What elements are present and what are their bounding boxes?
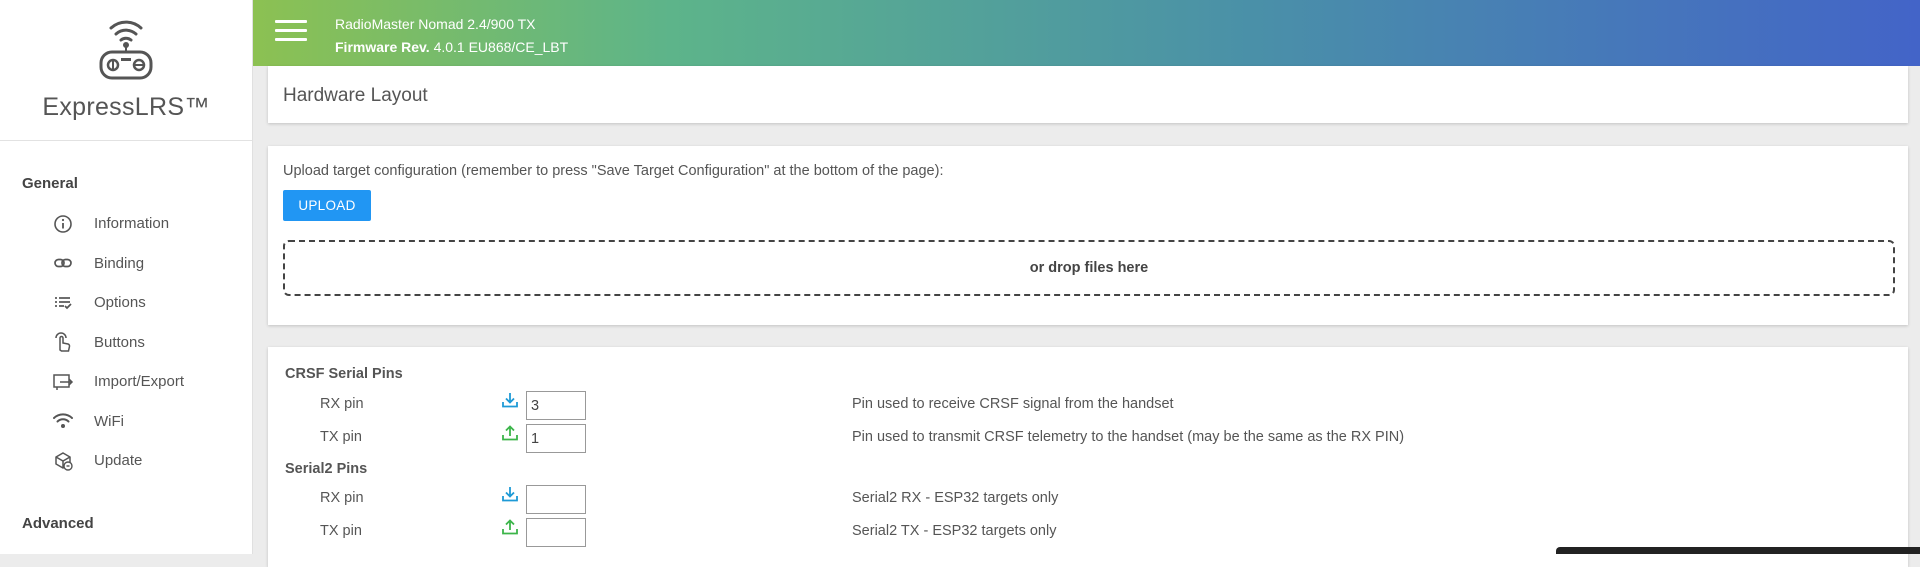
serial2-tx-pin-input[interactable]	[526, 518, 586, 547]
upload-instructions: Upload target configuration (remember to…	[283, 163, 944, 179]
crsf-rx-pin-label: RX pin	[320, 396, 364, 412]
serial2-pins-heading: Serial2 Pins	[285, 461, 368, 477]
device-name: RadioMaster Nomad 2.4/900 TX	[335, 16, 536, 32]
serial2-tx-pin-description: Serial2 TX - ESP32 targets only	[852, 523, 1057, 539]
nav-heading-advanced: Advanced	[22, 515, 94, 532]
sidebar-item-label: Buttons	[94, 333, 145, 351]
page-title: Hardware Layout	[283, 85, 428, 106]
crsf-rx-pin-input[interactable]	[526, 391, 586, 420]
file-dropzone[interactable]: or drop files here	[283, 240, 1895, 296]
device-info: RadioMaster Nomad 2.4/900 TX Firmware Re…	[335, 13, 568, 59]
wifi-icon	[52, 410, 74, 432]
sidebar: ExpressLRS™ General Information Binding …	[0, 0, 253, 554]
sidebar-item-label: WiFi	[94, 412, 124, 430]
sidebar-item-wifi[interactable]: WiFi	[0, 402, 252, 442]
sidebar-item-label: Update	[94, 452, 143, 470]
import-export-icon	[52, 371, 74, 393]
sidebar-item-buttons[interactable]: Buttons	[0, 323, 252, 363]
top-header: RadioMaster Nomad 2.4/900 TX Firmware Re…	[253, 0, 1920, 66]
crsf-tx-pin-description: Pin used to transmit CRSF telemetry to t…	[852, 429, 1405, 445]
firmware-value: 4.0.1 EU868/CE_LBT	[433, 39, 569, 55]
serial2-rx-pin-description: Serial2 RX - ESP32 targets only	[852, 490, 1059, 506]
pins-card: CRSF Serial Pins RX pin Pin used to rece…	[268, 347, 1908, 567]
serial2-rx-pin-input[interactable]	[526, 485, 586, 514]
title-card: Hardware Layout	[268, 66, 1908, 123]
firmware-info: Firmware Rev. 4.0.1 EU868/CE_LBT	[335, 36, 568, 59]
info-icon	[52, 213, 74, 235]
sidebar-item-label: Import/Export	[94, 373, 185, 391]
crsf-serial-pins-heading: CRSF Serial Pins	[285, 366, 403, 382]
crsf-rx-pin-description: Pin used to receive CRSF signal from the…	[852, 396, 1174, 412]
upload-button[interactable]: UPLOAD	[283, 190, 371, 221]
package-update-icon	[52, 450, 74, 472]
sidebar-item-label: Options	[94, 294, 146, 312]
overlay-strip	[1556, 547, 1920, 554]
list-check-icon	[52, 292, 74, 314]
serial2-rx-pin-label: RX pin	[320, 490, 364, 506]
download-rx-icon	[502, 487, 518, 502]
firmware-label: Firmware Rev.	[335, 39, 430, 55]
upload-tx-icon	[502, 519, 518, 535]
crsf-tx-pin-input[interactable]	[526, 424, 586, 453]
sidebar-item-update[interactable]: Update	[0, 441, 252, 481]
crsf-tx-pin-label: TX pin	[320, 429, 362, 445]
download-rx-icon	[502, 393, 518, 408]
sidebar-item-information[interactable]: Information	[0, 204, 252, 244]
nav-heading-general: General	[22, 175, 78, 192]
sidebar-item-binding[interactable]: Binding	[0, 244, 252, 284]
sidebar-item-import-export[interactable]: Import/Export	[0, 362, 252, 402]
upload-card: Upload target configuration (remember to…	[268, 146, 1908, 325]
sidebar-item-label: Information	[94, 215, 170, 233]
hand-pointer-icon	[52, 331, 74, 353]
hamburger-menu-icon[interactable]	[275, 20, 307, 44]
logo-area: ExpressLRS™	[0, 0, 252, 141]
sidebar-item-options[interactable]: Options	[0, 283, 252, 323]
upload-tx-icon	[502, 425, 518, 441]
sidebar-item-label: Binding	[94, 254, 145, 272]
expresslrs-logo-icon	[99, 20, 153, 80]
link-icon	[52, 252, 74, 274]
dropzone-label: or drop files here	[1029, 260, 1149, 276]
serial2-tx-pin-label: TX pin	[320, 523, 362, 539]
brand-name: ExpressLRS™	[42, 93, 210, 121]
